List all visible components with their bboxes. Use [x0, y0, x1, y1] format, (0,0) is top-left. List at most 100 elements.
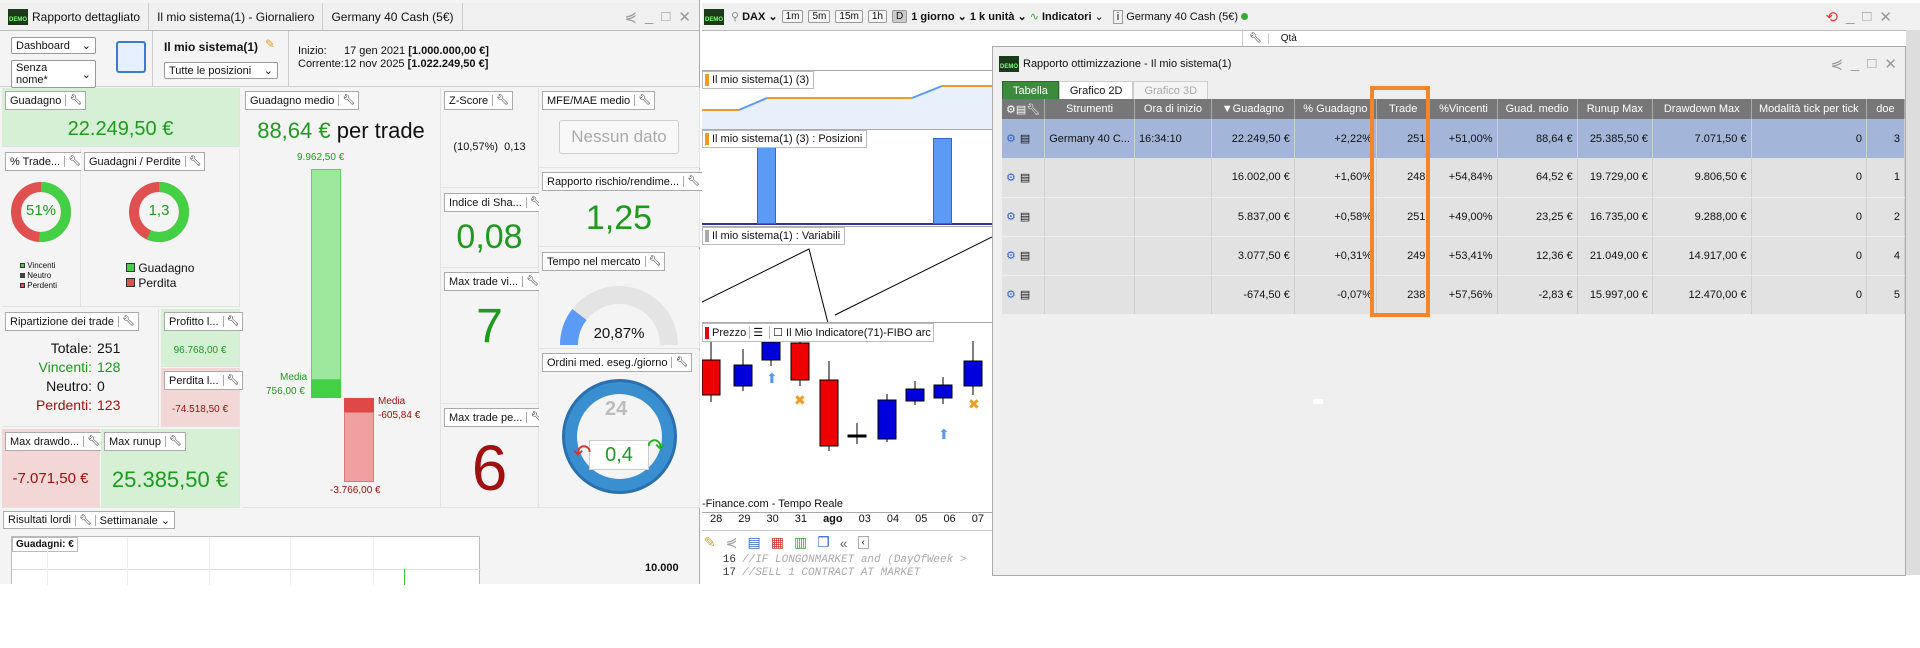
- indicators-dropdown[interactable]: ⌄: [1095, 10, 1104, 23]
- widget-gain-loss: Guadagni / Perdite 🔧︎ 1,3 Guadagno Perdit…: [81, 149, 240, 307]
- wrench-icon[interactable]: 🔧︎: [117, 316, 138, 327]
- sync-icon[interactable]: ⚲: [731, 10, 739, 23]
- wrench-icon[interactable]: 🔧︎: [683, 176, 703, 187]
- period-select[interactable]: 1 giorno ⌄: [911, 10, 967, 23]
- table-cell: 25.385,50 €: [1577, 119, 1653, 158]
- max-loss-label: -3.766,00 €: [330, 485, 381, 496]
- column-header[interactable]: Modalità tick per tick: [1751, 99, 1867, 119]
- wrench-icon[interactable]: 🔧︎: [1243, 32, 1269, 44]
- comment-icon[interactable]: ▤: [747, 534, 760, 551]
- share-icon[interactable]: ⋞: [726, 534, 738, 551]
- close-button[interactable]: ✕: [1884, 55, 1897, 73]
- period-select[interactable]: Settimanale ⌄: [96, 514, 174, 527]
- report-icon[interactable]: ▦: [771, 534, 784, 551]
- table-row[interactable]: ⚙ ▤ -674,50 € -0,07% 238 +57,56% -2,83 €15.997…: [1002, 275, 1906, 315]
- indicator-toggle[interactable]: ☐ Il Mio Indicatore(71)-FIBO arc: [769, 326, 931, 339]
- save-icon[interactable]: ▤: [1020, 289, 1030, 301]
- max-runup-value: 25.385,50 €: [111, 467, 229, 492]
- maximize-button[interactable]: □: [1867, 55, 1876, 73]
- dashboard-settings-icon[interactable]: [116, 41, 146, 73]
- column-header[interactable]: Ora di inizio: [1134, 99, 1212, 119]
- minimize-button[interactable]: _: [1846, 8, 1854, 26]
- wrench-icon[interactable]: 🔧︎: [644, 256, 665, 267]
- wrench-icon[interactable]: 🔧︎: [83, 436, 103, 447]
- code-editor: 16//IF LONGONMARKET and (DayOfWeek > 17/…: [722, 554, 967, 579]
- minimize-button[interactable]: _: [645, 8, 653, 26]
- layout-select[interactable]: Senza nome* ⌄: [11, 60, 96, 88]
- wrench-icon[interactable]: 🔧︎: [671, 357, 691, 368]
- table-row[interactable]: ⚙ ▤ 5.837,00 € +0,58% 251 +49,00% 23,25 €16.73…: [1002, 197, 1906, 237]
- date-tick: 03: [858, 513, 871, 525]
- edit-pencil-icon[interactable]: ✎: [265, 37, 275, 51]
- widget-avg-gain: Guadagno medio 🔧︎ 88,64 € per trade 9.962…: [242, 88, 441, 508]
- collapse-icon[interactable]: «: [840, 535, 848, 551]
- indicators-button[interactable]: Indicatori: [1042, 11, 1092, 23]
- apply-gear-icon[interactable]: ⚙: [1006, 133, 1016, 145]
- wrench-icon[interactable]: 🔧︎: [634, 95, 654, 106]
- wrench-icon[interactable]: 🔧︎: [222, 375, 243, 386]
- list-icon[interactable]: ☰: [749, 326, 766, 339]
- column-header[interactable]: Guad. medio: [1497, 99, 1578, 119]
- minimize-button[interactable]: _: [1851, 55, 1859, 73]
- timeframe-d[interactable]: D: [891, 10, 908, 23]
- table-row[interactable]: ⚙ ▤ 3.077,50 € +0,31% 249 +53,41% 12,36 €21.04…: [1002, 236, 1906, 276]
- column-header[interactable]: %Vincenti: [1429, 99, 1498, 119]
- wrench-icon[interactable]: 🔧︎: [65, 95, 85, 106]
- zscore-value: (10,57%) 0,13: [453, 141, 526, 153]
- column-header[interactable]: Runup Max: [1577, 99, 1653, 119]
- maximize-button[interactable]: □: [661, 8, 670, 26]
- share-icon[interactable]: ⋞: [624, 8, 637, 26]
- table-row[interactable]: ⚙ ▤ Germany 40 C... 16:34:10 22.249,50 € +2,2…: [1002, 119, 1906, 158]
- apply-gear-icon[interactable]: ⚙: [1006, 250, 1016, 262]
- wrench-icon[interactable]: 🔧︎: [184, 156, 205, 167]
- share-icon[interactable]: ⋞: [1830, 55, 1843, 73]
- tab-tabella[interactable]: Tabella: [1002, 81, 1059, 101]
- save-icon[interactable]: ▤: [1020, 133, 1030, 145]
- column-header[interactable]: % Guadagno: [1294, 99, 1377, 119]
- wrench-icon[interactable]: 🔧︎: [164, 436, 185, 447]
- column-header[interactable]: Strumenti: [1044, 99, 1135, 119]
- table-row[interactable]: ⚙ ▤ 16.002,00 € +1,60% 248 +54,84% 64,52 €19.7…: [1002, 158, 1906, 198]
- windows-icon[interactable]: ❐: [817, 534, 830, 551]
- scroll-left-button[interactable]: ‹: [857, 536, 869, 549]
- apply-gear-icon[interactable]: ⚙: [1006, 172, 1016, 184]
- dashboard-select[interactable]: Dashboard ⌄: [11, 37, 96, 54]
- tab-grafico-2d[interactable]: Grafico 2D: [1058, 81, 1134, 101]
- units-select[interactable]: 1 k unità ⌄: [970, 10, 1027, 23]
- win-rate-value: 51%: [25, 202, 57, 219]
- table-cell: 9.806,50 €: [1652, 158, 1752, 198]
- save-icon[interactable]: ▤: [1020, 250, 1030, 262]
- apply-gear-icon[interactable]: ⚙: [1006, 211, 1016, 223]
- widget-risk-reward: Rapporto rischio/rendime... 🔧︎ 1,25: [539, 169, 704, 247]
- info-icon[interactable]: i: [1112, 9, 1124, 24]
- wrench-icon[interactable]: 🔧︎: [338, 95, 358, 106]
- timeframe-15m[interactable]: 15m: [835, 10, 863, 23]
- wrench-icon[interactable]: 🔧︎: [222, 316, 243, 327]
- max-win-trades-value: 7: [476, 300, 503, 353]
- scrollbar[interactable]: [1906, 30, 1920, 575]
- close-button[interactable]: ✕: [1879, 8, 1892, 26]
- wrench-icon[interactable]: 🔧︎: [492, 95, 512, 106]
- maximize-button[interactable]: □: [1862, 8, 1871, 26]
- wrench-icon[interactable]: 🔧︎: [74, 514, 96, 526]
- pencil-icon[interactable]: ✎: [704, 534, 716, 551]
- column-header[interactable]: Drawdown Max: [1652, 99, 1752, 119]
- timeframe-1m[interactable]: 1m: [781, 10, 804, 23]
- refresh-icon[interactable]: ⟲: [1825, 8, 1838, 26]
- symbol-select[interactable]: DAX ⌄: [742, 10, 778, 23]
- save-icon[interactable]: ▤: [1020, 211, 1030, 223]
- tab-grafico-3d[interactable]: Grafico 3D: [1133, 81, 1209, 101]
- column-header[interactable]: doe: [1866, 99, 1906, 119]
- apply-gear-icon[interactable]: ⚙: [1006, 289, 1016, 301]
- save-icon[interactable]: ▤: [1020, 172, 1030, 184]
- close-button[interactable]: ✕: [678, 8, 691, 26]
- date-tick: 30: [766, 513, 779, 525]
- timeframe-1h[interactable]: 1h: [867, 10, 887, 23]
- timeframe-5m[interactable]: 5m: [808, 10, 831, 23]
- column-header[interactable]: ▼Guadagno: [1211, 99, 1295, 119]
- window-title: Rapporto dettagliato: [32, 9, 141, 24]
- table-cell: 3.077,50 €: [1211, 236, 1295, 276]
- optimize-icon[interactable]: ▥: [794, 534, 807, 551]
- table-cell: [1134, 275, 1212, 315]
- positions-select[interactable]: Tutte le posizioni ⌄: [164, 62, 278, 79]
